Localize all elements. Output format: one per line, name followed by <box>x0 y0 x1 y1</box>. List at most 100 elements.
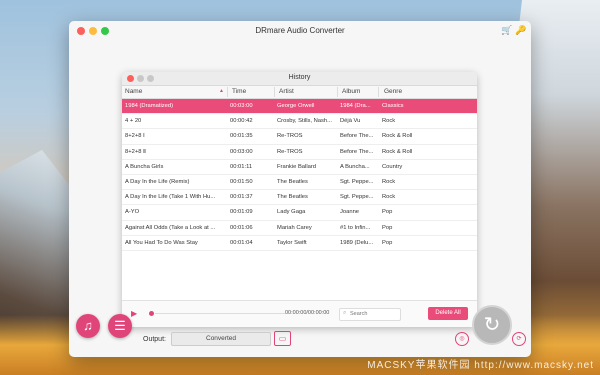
history-titlebar: History <box>122 72 477 86</box>
cell-time: 00:01:35 <box>230 133 253 140</box>
cell-name: 1984 (Dramatized) <box>125 103 174 109</box>
cell-album: #1 to Infin... <box>340 224 371 231</box>
column-header-genre[interactable]: Genre <box>384 88 402 95</box>
cell-name: Against All Odds (Take a Look at ... <box>125 224 216 231</box>
cell-album: Déjà Vu <box>340 118 361 125</box>
cell-name: A Buncha Girls <box>125 163 164 170</box>
cell-time: 00:01:50 <box>230 178 253 185</box>
table-row[interactable]: A-YO 00:01:09 Lady Gaga Joanne Pop <box>122 205 477 221</box>
cell-time: 00:03:00 <box>230 148 253 155</box>
table-row[interactable]: All You Had To Do Was Stay 00:01:04 Tayl… <box>122 236 477 251</box>
table-row[interactable]: 1984 (Dramatized) 00:03:00 George Orwell… <box>122 99 477 115</box>
seek-handle[interactable] <box>149 311 154 316</box>
app-title: DRmare Audio Converter <box>255 26 345 35</box>
table-header: Name ▲ Time Artist Album Genre <box>122 86 477 99</box>
convert-icon: ↻ <box>483 314 501 336</box>
column-header-name[interactable]: Name <box>125 88 142 95</box>
cell-genre: Pop <box>382 224 393 231</box>
cell-time: 00:01:06 <box>230 224 253 231</box>
cart-icon[interactable]: 🛒 <box>501 25 512 36</box>
output-label: Output: <box>143 336 166 343</box>
cell-artist: Re-TROS <box>277 148 303 155</box>
cell-time: 00:01:11 <box>230 163 253 170</box>
cell-album: Before The... <box>340 133 374 140</box>
history-title: History <box>288 74 311 81</box>
cell-artist: The Beatles <box>277 178 308 185</box>
column-header-time[interactable]: Time <box>232 88 246 95</box>
convert-button[interactable]: ↻ <box>472 305 512 345</box>
cell-name: A-YO <box>125 209 140 216</box>
audio-format-icon: ◎ <box>459 336 465 342</box>
cell-name: 8+2+8 Ⅱ <box>125 148 146 155</box>
add-playlist-button[interactable]: ☰ <box>108 314 132 338</box>
column-header-artist[interactable]: Artist <box>279 88 294 95</box>
folder-icon: ▭ <box>278 334 287 343</box>
cell-album: A Buncha... <box>340 163 370 170</box>
column-divider[interactable] <box>378 87 379 97</box>
cell-name: 8+2+8 Ⅰ <box>125 133 145 140</box>
music-note-icon: ♫ <box>83 318 93 333</box>
table-row[interactable]: 8+2+8 Ⅰ 00:01:35 Re-TROS Before The... R… <box>122 129 477 145</box>
cell-album: Sgt. Peppe... <box>340 178 374 185</box>
player-bar: ▶ 00:00:00/00:00:00 ⌕ Delete All <box>122 300 477 327</box>
search-input[interactable] <box>350 310 396 318</box>
seek-track[interactable] <box>155 313 285 314</box>
format-button[interactable]: ◎ <box>455 332 469 346</box>
cell-genre: Country <box>382 163 403 170</box>
watermark: MACSKY苹果软件园 http://www.macsky.net <box>367 360 594 371</box>
cell-genre: Pop <box>382 209 393 216</box>
column-header-album[interactable]: Album <box>342 88 360 95</box>
time-readout: 00:00:00/00:00:00 <box>285 310 330 316</box>
cell-name: A Day In the Life (Take 1 With Hu... <box>125 194 216 201</box>
column-divider[interactable] <box>337 87 338 97</box>
cell-genre: Rock <box>382 194 396 201</box>
column-divider[interactable] <box>227 87 228 97</box>
cell-album: 1984 (Dra... <box>340 103 371 109</box>
cell-album: 1989 (Delu... <box>340 239 374 246</box>
cell-name: 4 + 20 <box>125 118 142 125</box>
column-divider[interactable] <box>274 87 275 97</box>
table-row[interactable]: 4 + 20 00:00:42 Crosby, Stills, Nash... … <box>122 114 477 130</box>
cell-name: All You Had To Do Was Stay <box>125 239 198 246</box>
cell-artist: Taylor Swift <box>277 239 307 246</box>
table-row[interactable]: 8+2+8 Ⅱ 00:03:00 Re-TROS Before The... R… <box>122 145 477 160</box>
play-icon[interactable]: ▶ <box>131 309 137 318</box>
cell-album: Joanne <box>340 209 360 216</box>
open-folder-button[interactable]: ▭ <box>274 331 291 346</box>
cell-genre: Rock & Roll <box>382 133 413 140</box>
titlebar: DRmare Audio Converter 🛒 🔑 <box>69 21 531 41</box>
table-row[interactable]: A Day In the Life (Remix) 00:01:50 The B… <box>122 175 477 191</box>
search-icon: ⌕ <box>343 310 347 316</box>
cell-artist: Crosby, Stills, Nash... <box>277 118 332 125</box>
key-icon[interactable]: 🔑 <box>515 25 526 36</box>
cell-genre: Classics <box>382 103 404 109</box>
cell-time: 00:01:09 <box>230 209 253 216</box>
cell-time: 00:03:00 <box>230 103 253 109</box>
search-box[interactable]: ⌕ <box>339 308 401 321</box>
cell-time: 00:00:42 <box>230 118 253 125</box>
cell-artist: George Orwell <box>277 103 315 109</box>
history-dialog: History Name ▲ Time Artist Album Genre 1… <box>122 72 477 327</box>
cell-time: 00:01:37 <box>230 194 253 201</box>
history-button[interactable]: ⟳ <box>512 332 526 346</box>
history-table-body: 1984 (Dramatized) 00:03:00 George Orwell… <box>122 99 477 251</box>
cell-album: Sgt. Peppe... <box>340 194 374 201</box>
cell-artist: Mariah Carey <box>277 224 312 231</box>
history-icon: ⟳ <box>516 336 522 342</box>
sort-ascending-icon[interactable]: ▲ <box>219 88 224 94</box>
table-row[interactable]: A Buncha Girls 00:01:11 Frankie Ballard … <box>122 160 477 175</box>
add-music-button[interactable]: ♫ <box>76 314 100 338</box>
cell-time: 00:01:04 <box>230 239 253 246</box>
cell-album: Before The... <box>340 148 374 155</box>
cell-artist: Lady Gaga <box>277 209 306 216</box>
cell-artist: Frankie Ballard <box>277 163 316 170</box>
cell-artist: Re-TROS <box>277 133 303 140</box>
cell-genre: Pop <box>382 239 393 246</box>
delete-all-button[interactable]: Delete All <box>428 307 468 320</box>
cell-genre: Rock & Roll <box>382 148 413 155</box>
table-row[interactable]: Against All Odds (Take a Look at ... 00:… <box>122 221 477 236</box>
table-row[interactable]: A Day In the Life (Take 1 With Hu... 00:… <box>122 190 477 206</box>
cell-genre: Rock <box>382 118 396 125</box>
output-folder-field[interactable]: Converted <box>171 332 271 346</box>
app-window: DRmare Audio Converter 🛒 🔑 History Name … <box>69 21 531 357</box>
